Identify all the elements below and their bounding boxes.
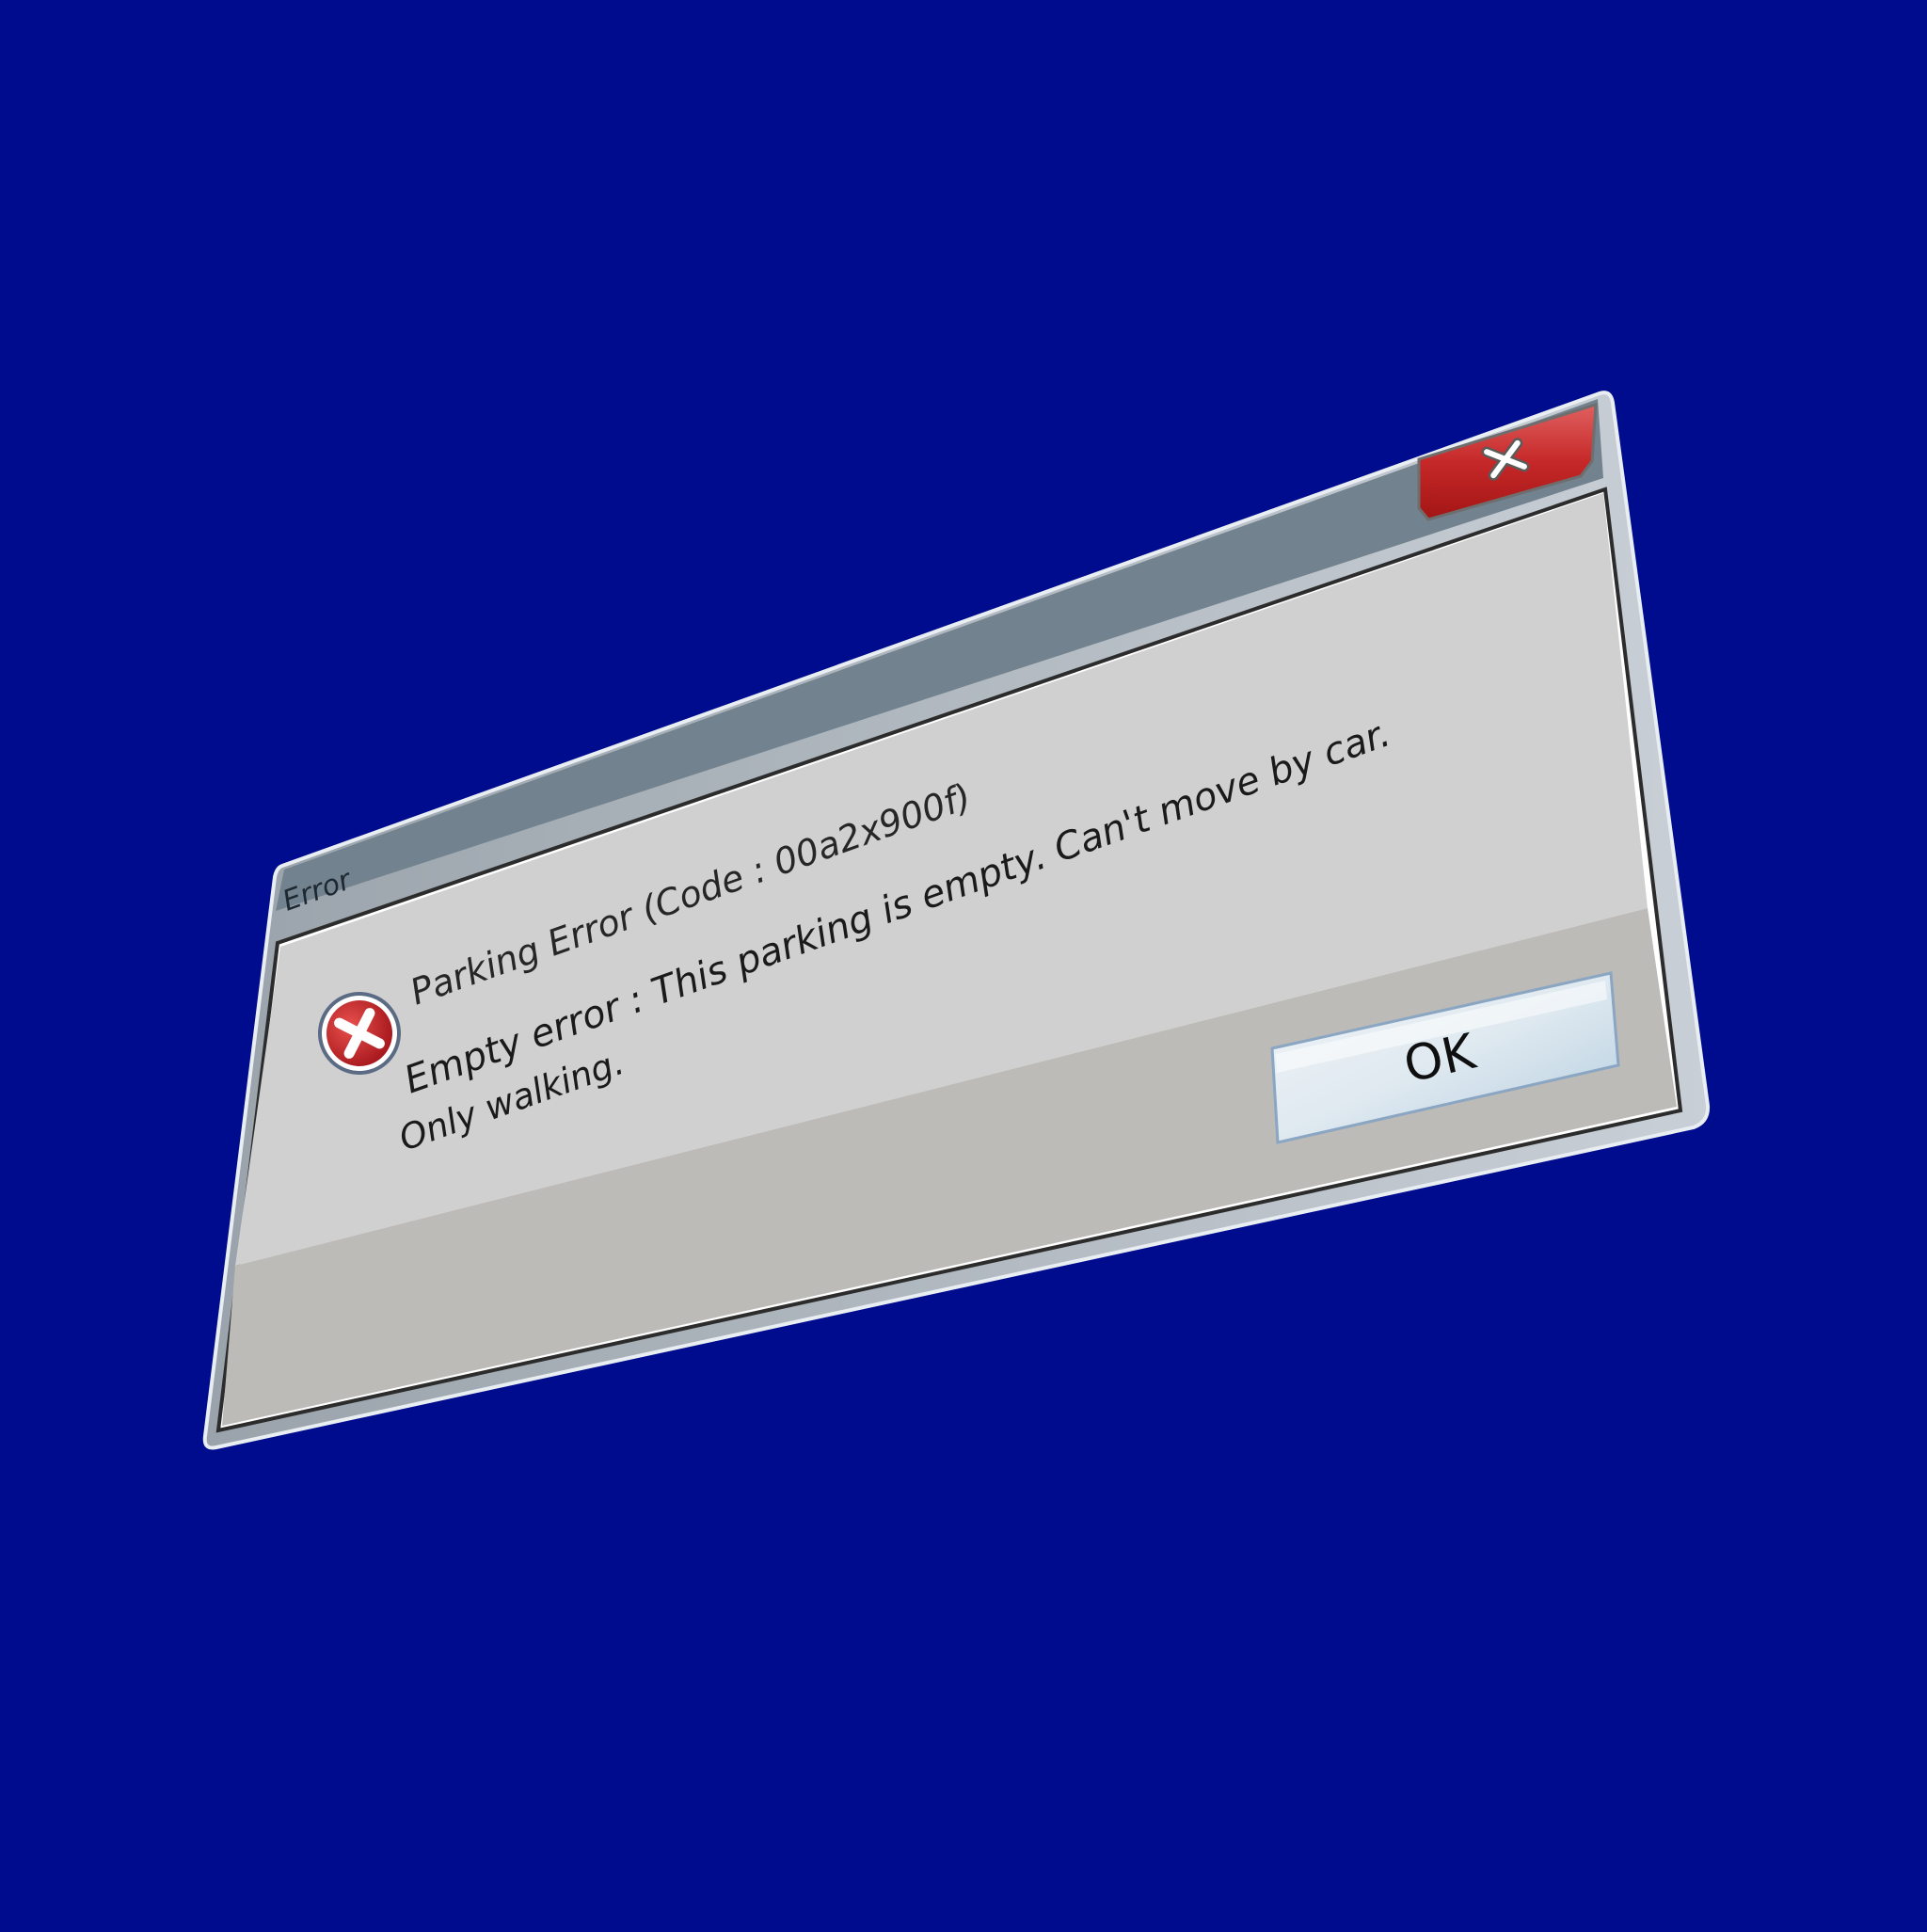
- error-dialog: Error Parking Error (Code : 00a2x900f) E…: [202, 391, 1711, 1450]
- desktop: Error Parking Error (Code : 00a2x900f) E…: [0, 0, 1927, 1927]
- dialog-scene: Error Parking Error (Code : 00a2x900f) E…: [202, 391, 1711, 1450]
